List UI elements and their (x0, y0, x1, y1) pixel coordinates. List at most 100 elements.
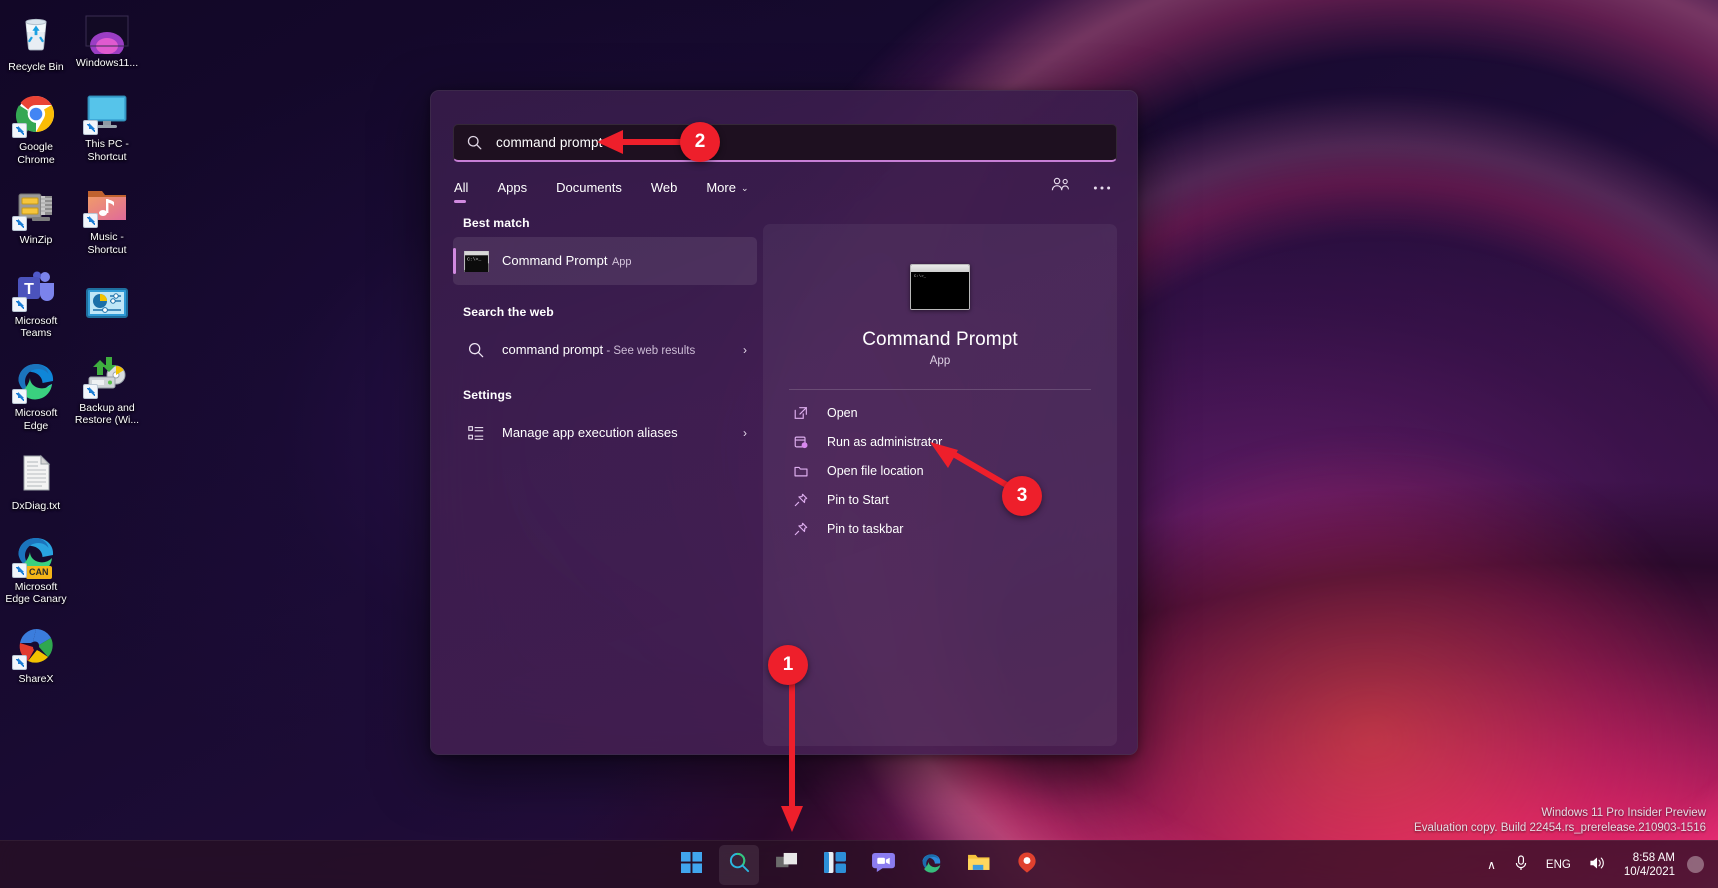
desktop-icon-microsoft-edge-canary[interactable]: CAN Microsoft Edge Canary (0, 528, 72, 607)
action-pin-to-start[interactable]: Pin to Start (787, 485, 1093, 514)
result-command-prompt[interactable]: C:\>_ Command Prompt App (453, 237, 757, 285)
desktop-icon-label: Google Chrome (17, 141, 55, 166)
search-icon (728, 851, 751, 879)
search-icon (463, 337, 489, 363)
clock-button[interactable]: 8:58 AM 10/4/2021 (1616, 851, 1685, 879)
recycle-bin-icon (12, 10, 60, 58)
desktop-icon-music[interactable]: Music - Shortcut (71, 178, 143, 257)
desktop-icon-microsoft-teams[interactable]: T Microsoft Teams (0, 262, 72, 341)
widgets-button[interactable] (815, 845, 855, 885)
desktop-icon-control-panel[interactable] (71, 277, 143, 331)
account-switch-icon (1051, 176, 1070, 198)
more-options-button[interactable] (1087, 173, 1117, 201)
shortcut-overlay-icon (12, 123, 27, 139)
shortcut-overlay-icon (12, 562, 27, 578)
desktop-icon-winzip[interactable]: WinZip (0, 181, 72, 247)
app-type: App (929, 355, 951, 367)
list-settings-icon (463, 420, 489, 446)
detail-divider (789, 389, 1091, 390)
command-prompt-icon-text: C:\>_ (914, 275, 927, 279)
desktop-icon-sharex[interactable]: ShareX (0, 620, 72, 686)
shortcut-overlay-icon (12, 389, 27, 405)
language-label: ENG (1545, 858, 1571, 871)
tray-overflow-button[interactable]: ∧ (1479, 845, 1504, 885)
file-explorer-button[interactable] (959, 845, 999, 885)
desktop-icon-label: DxDiag.txt (11, 500, 61, 513)
clock-time: 8:58 AM (1632, 851, 1675, 864)
command-prompt-icon: C:\>_ (463, 248, 489, 274)
desktop-icon-this-pc[interactable]: This PC - Shortcut (71, 85, 143, 164)
desktop-icon-dxdiag-txt[interactable]: DxDiag.txt (0, 447, 72, 513)
more-options-icon (1093, 178, 1111, 196)
search-input[interactable] (496, 135, 1104, 150)
search-results-column: Best match C:\>_ Command Prompt App Sear… (453, 216, 757, 746)
chat-icon (871, 852, 895, 878)
task-view-icon (775, 852, 799, 877)
action-label: Open file location (827, 463, 924, 478)
desktop-icon-column-2: Windows11... This PC - Shortcut Music - … (71, 8, 143, 442)
task-view-button[interactable] (767, 845, 807, 885)
result-title: Manage app execution aliases (502, 425, 678, 440)
desktop-icon-microsoft-edge[interactable]: Microsoft Edge (0, 354, 72, 433)
shortcut-overlay-icon (12, 216, 27, 232)
shield-admin-icon (791, 432, 811, 452)
search-header-actions (1045, 173, 1117, 201)
desktop-icon-backup-and-restore[interactable]: Backup and Restore (Wi... (71, 349, 143, 428)
chevron-right-icon: › (743, 343, 747, 357)
search-button[interactable] (719, 844, 759, 885)
action-label: Pin to Start (827, 492, 889, 507)
microphone-button[interactable] (1506, 845, 1536, 885)
tab-more[interactable]: More ⌄ (705, 178, 749, 203)
notification-bell-icon[interactable] (1687, 856, 1704, 873)
control-panel-icon (83, 279, 131, 327)
desktop-icon-column-1: Recycle Bin Google Chrome WinZip T Micro… (0, 8, 72, 701)
volume-button[interactable] (1581, 845, 1614, 885)
microphone-icon (1514, 855, 1528, 874)
windows-watermark: Windows 11 Pro Insider Preview Evaluatio… (1414, 806, 1706, 836)
folder-icon (791, 461, 811, 481)
microsoft-edge-button[interactable] (911, 845, 951, 885)
desktop-icon-google-chrome[interactable]: Google Chrome (0, 88, 72, 167)
action-label: Run as administrator (827, 434, 943, 449)
account-switch-button[interactable] (1045, 173, 1075, 201)
chat-button[interactable] (863, 845, 903, 885)
app-title: Command Prompt (862, 329, 1018, 350)
volume-icon (1589, 855, 1606, 874)
action-open-file-location[interactable]: Open file location (787, 456, 1093, 485)
watermark-line-2: Evaluation copy. Build 22454.rs_prerelea… (1414, 822, 1706, 834)
tab-all[interactable]: All (453, 178, 469, 203)
action-open[interactable]: Open (787, 398, 1093, 427)
desktop-icon-label: Microsoft Edge Canary (5, 580, 67, 606)
tab-apps[interactable]: Apps (496, 178, 528, 203)
microsoft-edge-icon (920, 851, 943, 879)
sharex-icon (1016, 851, 1038, 879)
result-manage-app-execution-aliases[interactable]: Manage app execution aliases › (453, 409, 757, 457)
desktop-icon-label: Microsoft Teams (14, 314, 58, 340)
desktop-icon-label: Backup and Restore (Wi... (74, 402, 140, 427)
result-web-search[interactable]: command prompt - See web results › (453, 326, 757, 374)
taskbar-center-group (671, 841, 1047, 888)
desktop-icon-label: This PC - Shortcut (85, 138, 129, 163)
shortcut-overlay-icon (83, 120, 98, 136)
file-explorer-icon (967, 852, 991, 877)
desktop-icon-label: Recycle Bin (8, 61, 64, 73)
winzip-icon (12, 183, 60, 232)
action-run-as-administrator[interactable]: Run as administrator (787, 427, 1093, 456)
language-button[interactable]: ENG (1538, 845, 1579, 885)
windows-logo-icon (680, 851, 702, 878)
search-filter-tabs: All Apps Documents Web More ⌄ (453, 175, 1117, 205)
desktop-icon-label: Windows11... (75, 57, 139, 69)
tab-documents[interactable]: Documents (555, 178, 623, 203)
start-button[interactable] (671, 845, 711, 885)
this-pc-icon (83, 87, 131, 136)
sharex-button[interactable] (1007, 845, 1047, 885)
search-box[interactable] (453, 124, 1117, 162)
desktop-icon-recycle-bin[interactable]: Recycle Bin (0, 8, 72, 74)
annotation-badge-2: 2 (680, 122, 720, 162)
desktop-icon-windows11-image[interactable]: Windows11... (71, 8, 143, 70)
action-pin-to-taskbar[interactable]: Pin to taskbar (787, 514, 1093, 543)
command-prompt-large-icon: C:\>_ (910, 264, 970, 310)
tab-web[interactable]: Web (650, 178, 679, 203)
music-folder-icon (83, 180, 131, 229)
open-external-icon (791, 403, 811, 423)
